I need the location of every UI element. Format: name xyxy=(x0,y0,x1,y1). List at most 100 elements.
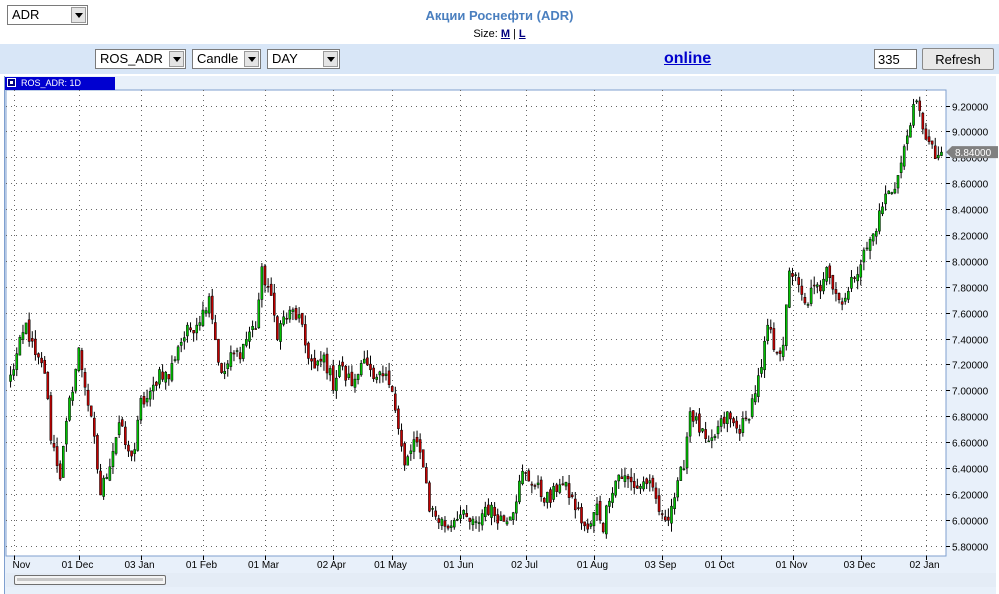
candle-down xyxy=(812,284,816,287)
candle-down xyxy=(307,342,310,359)
candle-down xyxy=(425,467,428,484)
candle-down xyxy=(192,330,195,334)
candle-up xyxy=(456,518,459,521)
candle-up xyxy=(546,491,549,503)
candle-down xyxy=(930,140,934,145)
candle-up xyxy=(623,475,627,482)
candle-up xyxy=(890,192,894,195)
series-legend-label: ROS_ADR: 1D xyxy=(21,78,82,88)
candle-up xyxy=(564,481,568,487)
candle-up xyxy=(480,513,484,526)
candle-down xyxy=(273,292,276,316)
candle-down xyxy=(366,357,369,366)
candle-up xyxy=(753,393,757,403)
candle-down xyxy=(214,322,217,341)
candle-down xyxy=(632,481,636,488)
x-tick-label: 01 Feb xyxy=(186,560,218,571)
candle-up xyxy=(459,514,462,519)
candle-down xyxy=(43,359,46,374)
candle-down xyxy=(421,449,425,468)
candle-up xyxy=(328,368,332,376)
candle-down xyxy=(918,100,922,111)
candle-up xyxy=(288,309,292,320)
candlestick-chart: 5.80000 6.00000 6.20000 6.40000 6.60000 6.800… xyxy=(5,89,998,571)
candle-up xyxy=(707,440,711,443)
candle-down xyxy=(443,520,447,527)
candle-down xyxy=(769,327,773,330)
candle-up xyxy=(676,480,679,498)
candle-up xyxy=(68,397,71,421)
candle-up xyxy=(183,337,186,342)
candle-down xyxy=(313,357,316,369)
candle-down xyxy=(397,408,400,429)
candle-down xyxy=(465,513,468,517)
candle-up xyxy=(9,374,12,382)
candle-up xyxy=(74,368,78,392)
y-tick-label: 9.00000 xyxy=(952,128,989,139)
x-tick-label: 01 Aug xyxy=(577,560,608,571)
candle-up xyxy=(912,104,915,126)
candle-up xyxy=(592,512,596,527)
candle-down xyxy=(300,312,304,325)
candle-down xyxy=(698,413,701,433)
candle-up xyxy=(505,521,509,525)
candle-down xyxy=(89,405,93,417)
candle-down xyxy=(437,518,441,523)
candle-up xyxy=(617,474,621,482)
series-legend[interactable]: ROS_ADR: 1D xyxy=(5,77,115,90)
candle-up xyxy=(850,276,853,289)
candle-up xyxy=(499,515,503,521)
candle-down xyxy=(304,324,307,346)
candle-up xyxy=(515,501,518,514)
candle-down xyxy=(629,476,633,483)
candle-down xyxy=(120,419,124,427)
candle-up xyxy=(716,426,720,435)
legend-toggle-icon[interactable] xyxy=(7,78,16,87)
candle-down xyxy=(189,327,192,331)
candle-up xyxy=(710,437,714,441)
candle-up xyxy=(558,484,562,493)
candle-up xyxy=(511,512,515,520)
candle-up xyxy=(316,360,320,366)
candle-up xyxy=(902,146,906,167)
y-tick-label: 9.20000 xyxy=(952,103,989,114)
y-tick-label: 7.00000 xyxy=(952,387,989,398)
candle-up xyxy=(198,322,202,326)
candle-down xyxy=(778,350,782,354)
candle-up xyxy=(763,340,766,371)
candle-down xyxy=(636,485,639,489)
candle-down xyxy=(775,351,779,354)
candle-up xyxy=(673,497,676,510)
candle-up xyxy=(117,422,121,436)
y-tick-label: 7.60000 xyxy=(952,310,989,321)
candle-down xyxy=(800,285,804,295)
candle-down xyxy=(99,470,102,496)
candle-up xyxy=(552,486,555,500)
candle-down xyxy=(502,515,506,522)
x-tick-label: 02 Apr xyxy=(317,560,347,571)
candle-down xyxy=(660,513,664,515)
candle-up xyxy=(18,337,22,356)
candle-down xyxy=(921,112,925,130)
candle-up xyxy=(784,304,788,347)
candle-up xyxy=(24,322,28,334)
candle-down xyxy=(400,429,403,447)
candle-up xyxy=(816,284,819,287)
candle-down xyxy=(40,357,43,364)
candle-up xyxy=(102,477,105,497)
candle-down xyxy=(586,523,590,530)
candle-down xyxy=(394,393,397,411)
chart-scrollbar-thumb[interactable] xyxy=(14,575,166,585)
candle-up xyxy=(589,523,593,527)
candle-down xyxy=(217,338,220,363)
candle-up xyxy=(750,398,754,417)
candle-up xyxy=(229,352,233,367)
candle-up xyxy=(909,125,912,138)
candle-up xyxy=(642,481,645,490)
candle-down xyxy=(27,319,31,342)
candle-down xyxy=(933,145,937,160)
candle-up xyxy=(409,450,413,454)
candle-down xyxy=(124,426,127,446)
y-tick-label: 7.40000 xyxy=(952,336,989,347)
candle-down xyxy=(626,475,630,480)
